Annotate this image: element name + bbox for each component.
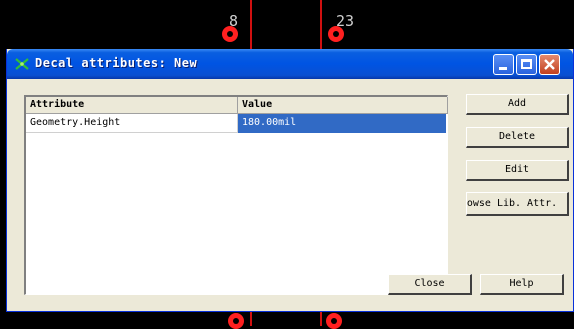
column-header-value[interactable]: Value xyxy=(238,97,448,114)
pad-label-8: 8 xyxy=(229,12,239,30)
decal-attributes-dialog: Decal attributes: New Attribute Value Ge… xyxy=(6,49,574,312)
delete-button[interactable]: Delete xyxy=(466,127,569,148)
add-button[interactable]: Add xyxy=(466,94,569,115)
pad-label-23: 23 xyxy=(336,12,355,30)
minimize-button[interactable] xyxy=(493,54,514,75)
close-icon xyxy=(544,59,555,70)
app-icon xyxy=(15,58,29,70)
edit-button[interactable]: Edit xyxy=(466,160,569,181)
maximize-icon xyxy=(521,59,532,69)
pad xyxy=(228,313,244,329)
column-header-attribute[interactable]: Attribute xyxy=(26,97,238,114)
close-button[interactable]: Close xyxy=(388,274,472,295)
trace-line xyxy=(250,312,252,326)
table-header: Attribute Value xyxy=(26,97,448,114)
close-window-button[interactable] xyxy=(539,54,560,75)
help-button[interactable]: Help xyxy=(480,274,564,295)
window-title: Decal attributes: New xyxy=(35,56,198,70)
trace-line xyxy=(320,0,322,49)
trace-line xyxy=(250,0,252,49)
table-cell-value[interactable]: 180.00mil xyxy=(238,114,446,133)
minimize-icon xyxy=(499,67,507,70)
table-cell-attribute[interactable]: Geometry.Height xyxy=(26,114,238,133)
trace-line xyxy=(320,312,322,326)
attributes-table[interactable]: Attribute Value Geometry.Height 180.00mi… xyxy=(24,95,448,295)
maximize-button[interactable] xyxy=(516,54,537,75)
title-bar[interactable]: Decal attributes: New xyxy=(7,49,573,79)
pad xyxy=(326,313,342,329)
browse-lib-attr-button[interactable]: owse Lib. Attr. xyxy=(466,192,569,216)
